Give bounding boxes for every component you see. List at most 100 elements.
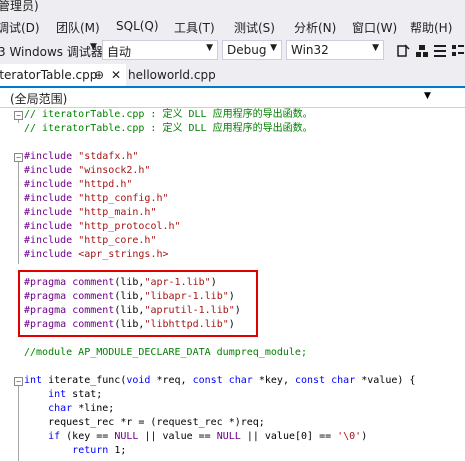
code-line[interactable]: #include "http_config.h" xyxy=(24,192,169,206)
menu-sql[interactable]: SQL(Q) xyxy=(116,19,159,33)
code-token: ) xyxy=(228,319,235,330)
code-token: // iteratorTable.cpp : 定义 DLL 应用程序的导出函数。 xyxy=(24,109,313,120)
code-line[interactable]: char *line; xyxy=(24,402,114,416)
code-token: int xyxy=(24,375,43,386)
collapse-icon[interactable]: − xyxy=(14,111,23,120)
code-token: int xyxy=(48,389,67,400)
code-token: #include xyxy=(24,193,73,204)
combo-value: 自动 xyxy=(107,45,132,59)
code-line[interactable]: #include "http_core.h" xyxy=(24,234,156,248)
code-token: return xyxy=(72,445,109,456)
code-token: *value) { xyxy=(355,375,416,386)
code-token: comment xyxy=(72,319,115,330)
code-line[interactable]: #include "stdafx.h" xyxy=(24,150,138,164)
collapse-icon[interactable]: − xyxy=(14,377,23,386)
layout-icon[interactable] xyxy=(415,43,429,59)
code-line[interactable]: #pragma comment(lib,"apr-1.lib") xyxy=(24,276,217,290)
code-line[interactable]: request_rec *r = (request_rec *)req; xyxy=(24,416,265,430)
code-token: || value == xyxy=(138,431,217,442)
code-token: void xyxy=(126,375,151,386)
code-token: "http_main.h" xyxy=(78,207,157,218)
comment-icon[interactable] xyxy=(451,43,465,59)
code-line[interactable]: #include <apr_strings.h> xyxy=(24,248,169,262)
code-token: char xyxy=(48,403,73,414)
code-line[interactable]: if (key == NULL || value == NULL || valu… xyxy=(24,430,367,444)
code-line[interactable]: return 1; xyxy=(24,444,126,458)
code-token: ) xyxy=(234,305,241,316)
scope-dropdown[interactable]: (全局范围) ▼ xyxy=(0,88,465,108)
code-token: "stdafx.h" xyxy=(78,151,139,162)
find-icon[interactable] xyxy=(396,43,410,59)
code-editor[interactable]: − − − // iteratorTable.cpp : 定义 DLL 应用程序… xyxy=(0,108,465,461)
chevron-down-icon: ▼ xyxy=(270,43,277,53)
code-token: '\0' xyxy=(337,431,362,442)
code-line[interactable]: #include "httpd.h" xyxy=(24,178,132,192)
code-line[interactable]: int iterate_func(void *req, const char *… xyxy=(24,374,415,388)
code-line[interactable]: // iteratorTable.cpp : 定义 DLL 应用程序的导出函数。 xyxy=(24,108,313,122)
code-token: request_rec *r = (request_rec *)req; xyxy=(24,417,265,428)
code-token: ) xyxy=(228,291,235,302)
menu-window[interactable]: 窗口(W) xyxy=(352,19,397,36)
code-token: "apr-1.lib" xyxy=(144,277,211,288)
code-token: *key, xyxy=(252,375,295,386)
code-token: NULL xyxy=(216,431,241,442)
code-token: iterate_func( xyxy=(42,375,127,386)
menu-team[interactable]: 团队(M) xyxy=(56,19,100,36)
code-token: (lib, xyxy=(114,291,145,302)
code-token: (lib, xyxy=(114,305,145,316)
code-line[interactable]: #include "winsock2.h" xyxy=(24,164,150,178)
code-token: "httpd.h" xyxy=(78,179,133,190)
tab-helloworld[interactable]: helloworld.cpp xyxy=(126,64,216,86)
toolbar: 3 Windows 调试器 ▼ 自动 ▼ Debug ▼ Win32 ▼ xyxy=(0,38,465,64)
code-token: //module AP_MODULE_DECLARE_DATA dumpreq_… xyxy=(24,347,307,358)
code-token: *line; xyxy=(72,403,115,414)
solution-config-combo[interactable]: 自动 ▼ xyxy=(102,40,218,60)
code-token: "http_config.h" xyxy=(78,193,169,204)
pin-icon[interactable]: ⊕ xyxy=(94,68,104,82)
code-token: char xyxy=(331,375,356,386)
build-config-combo[interactable]: Debug ▼ xyxy=(222,40,282,60)
code-token: "http_protocol.h" xyxy=(78,221,181,232)
code-token: (key == xyxy=(60,431,115,442)
chevron-down-icon: ▼ xyxy=(424,91,431,101)
tab-label: iteratorTable.cpp xyxy=(0,68,98,82)
tab-iteratortable[interactable]: iteratorTable.cpp ⊕ ✕ xyxy=(0,64,126,86)
code-line[interactable]: #include "http_main.h" xyxy=(24,206,156,220)
code-token: comment xyxy=(72,305,115,316)
scope-value: (全局范围) xyxy=(10,92,68,106)
code-line[interactable]: #pragma comment(lib,"libhttpd.lib") xyxy=(24,318,235,332)
code-line[interactable]: #pragma comment(lib,"libapr-1.lib") xyxy=(24,290,235,304)
debugger-selector[interactable]: 3 Windows 调试器 xyxy=(0,43,103,60)
menu-debug[interactable]: 调试(D) xyxy=(0,19,40,36)
title-bar: 管理员) xyxy=(0,0,465,16)
combo-value: Win32 xyxy=(291,43,329,57)
code-token: *req, xyxy=(150,375,193,386)
menu-test[interactable]: 测试(S) xyxy=(234,19,275,36)
code-token: (lib, xyxy=(114,319,145,330)
code-line[interactable]: //module AP_MODULE_DECLARE_DATA dumpreq_… xyxy=(24,346,307,360)
code-token: ) xyxy=(210,277,217,288)
code-line[interactable]: #include "http_protocol.h" xyxy=(24,220,181,234)
code-token: ) xyxy=(361,431,368,442)
menu-analyze[interactable]: 分析(N) xyxy=(294,19,336,36)
code-token: <apr_strings.h> xyxy=(78,249,169,260)
close-icon[interactable]: ✕ xyxy=(111,68,121,82)
align-icon[interactable] xyxy=(433,43,447,59)
code-token: "libapr-1.lib" xyxy=(144,291,229,302)
menu-help[interactable]: 帮助(H) xyxy=(410,19,452,36)
code-line[interactable]: int stat; xyxy=(24,388,102,402)
document-tab-bar: iteratorTable.cpp ⊕ ✕ helloworld.cpp xyxy=(0,64,465,88)
code-line[interactable]: #pragma comment(lib,"aprutil-1.lib") xyxy=(24,304,241,318)
code-token: || value[0] == xyxy=(240,431,338,442)
collapse-icon[interactable]: − xyxy=(14,153,23,162)
menu-tools[interactable]: 工具(T) xyxy=(174,19,215,36)
code-token: #pragma xyxy=(24,277,67,288)
code-token: "winsock2.h" xyxy=(78,165,151,176)
platform-combo[interactable]: Win32 ▼ xyxy=(286,40,384,60)
code-line[interactable]: // iteratorTable.cpp : 定义 DLL 应用程序的导出函数。 xyxy=(24,122,313,136)
code-token: "aprutil-1.lib" xyxy=(144,305,235,316)
chevron-down-icon[interactable]: ▼ xyxy=(90,42,97,52)
fold-guide xyxy=(18,382,19,461)
